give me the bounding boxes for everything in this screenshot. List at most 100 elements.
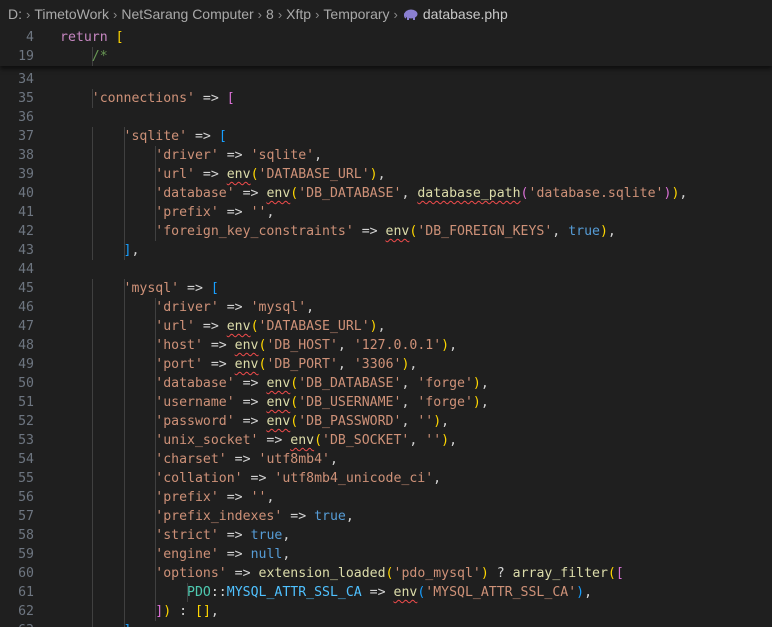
chevron-right-icon: › [26, 6, 31, 22]
code-text: ], [124, 241, 140, 260]
code-editor[interactable]: 4 return [19/* 34 35'connections' => [36 37… [0, 28, 772, 627]
code-line[interactable]: 53 'unix_socket' => env('DB_SOCKET', ''), [0, 431, 772, 450]
code-line[interactable]: 52 'password' => env('DB_PASSWORD', ''), [0, 412, 772, 431]
indent-guide [91, 336, 93, 355]
indent-guide [91, 374, 93, 393]
indent-guide [91, 222, 93, 241]
code-text: 'options' => extension_loaded('pdo_mysql… [155, 564, 624, 583]
code-token: => [187, 129, 219, 144]
code-line[interactable]: 19 /* [0, 47, 772, 66]
code-line[interactable]: 58 'strict' => true, [0, 526, 772, 545]
breadcrumb-item[interactable]: NetSarang Computer [121, 6, 253, 22]
code-line[interactable]: 54 'charset' => 'utf8mb4', [0, 450, 772, 469]
code-token: , [314, 148, 323, 163]
code-token: 'connections' [91, 91, 195, 106]
indent-guide [91, 526, 93, 545]
code-token: '' [425, 433, 442, 448]
code-line[interactable]: 45 'mysql' => [ [0, 279, 772, 298]
code-token: env [266, 376, 291, 391]
code-token: ) [576, 585, 585, 600]
code-token: => [234, 395, 267, 410]
code-token: 'url' [155, 319, 195, 334]
code-line[interactable]: 38 'driver' => 'sqlite', [0, 146, 772, 165]
indent-guide [123, 488, 125, 507]
code-text: 'collation' => 'utf8mb4_unicode_ci', [155, 469, 441, 488]
code-line[interactable]: 4 return [ [0, 28, 772, 47]
code-token: , [449, 338, 458, 353]
code-token: 'forge' [417, 376, 473, 391]
code-line[interactable]: 51 'username' => env('DB_USERNAME', 'forg… [0, 393, 772, 412]
code-token: => [234, 414, 267, 429]
code-token: env [226, 319, 251, 334]
indent-guide [123, 564, 125, 583]
code-token: ( [250, 319, 259, 334]
code-line[interactable]: 57 'prefix_indexes' => true, [0, 507, 772, 526]
code-token: 'driver' [155, 148, 219, 163]
breadcrumb-file[interactable]: database.php [423, 6, 508, 22]
indent-guide [91, 621, 93, 627]
code-token: env [385, 224, 410, 239]
code-line[interactable]: 56 'prefix' => '', [0, 488, 772, 507]
line-number: 37 [18, 129, 34, 144]
breadcrumb-item[interactable]: 8 [266, 6, 274, 22]
indent-guide [91, 184, 93, 203]
breadcrumb-item[interactable]: D: [8, 6, 22, 22]
code-token: 'forge' [417, 395, 473, 410]
code-token: 'collation' [155, 471, 243, 486]
indent-guide [91, 203, 93, 222]
code-token: ) [472, 395, 481, 410]
breadcrumb-item[interactable]: Temporary [323, 6, 389, 22]
code-token: extension_loaded [258, 566, 386, 581]
code-token: , [345, 509, 354, 524]
code-line[interactable]: 40 'database' => env ('DB_DATABASE', datab… [0, 184, 772, 203]
breadcrumb-item[interactable]: Xftp [286, 6, 311, 22]
code-line[interactable]: 43], [0, 241, 772, 260]
code-text: 'prefix' => '', [155, 203, 274, 222]
code-line[interactable]: 46 'driver' => 'mysql', [0, 298, 772, 317]
code-token: ( [250, 167, 259, 182]
indent-guide [123, 526, 125, 545]
code-line[interactable]: 50 'database' => env('DB_DATABASE', 'forg… [0, 374, 772, 393]
code-line[interactable]: 35 'connections' => [ [0, 89, 772, 108]
code-line[interactable]: 55 'collation' => 'utf8mb4_unicode_ci', [0, 469, 772, 488]
code-line[interactable]: 63], [0, 621, 772, 627]
code-line[interactable]: 49 'port' => env('DB_PORT', '3306'), [0, 355, 772, 374]
code-token: => [218, 490, 251, 505]
code-token: 'utf8mb4' [258, 452, 330, 467]
sticky-scroll-header[interactable]: 4 return [19/* [0, 28, 772, 66]
code-line[interactable]: 48 'host' => env('DB_HOST', '127.0.0.1'), [0, 336, 772, 355]
code-line[interactable]: 59 'engine' => null, [0, 545, 772, 564]
code-line[interactable]: 44 [0, 260, 772, 279]
code-token: 'DATABASE_URL' [258, 319, 370, 334]
code-token: , [266, 205, 275, 220]
line-number: 59 [18, 547, 34, 562]
code-line[interactable]: 41 'prefix' => '', [0, 203, 772, 222]
code-line[interactable]: 37 'sqlite' => [ [0, 127, 772, 146]
code-line[interactable]: 60'options' => extension_loaded('pdo_mys… [0, 564, 772, 583]
code-token: 'port' [155, 357, 203, 372]
code-text: PDO::MYSQL_ATTR_SSL_CA => env('MYSQL_ATT… [187, 583, 592, 602]
code-line[interactable]: 34 [0, 70, 772, 89]
indent-guide [123, 146, 125, 165]
code-line[interactable]: 47 'url' => env('DATABASE_URL'), [0, 317, 772, 336]
code-token: env [393, 585, 418, 600]
code-token: , [441, 414, 450, 429]
code-token: ) [369, 167, 378, 182]
code-token: , [480, 395, 489, 410]
code-token: , [401, 186, 418, 201]
code-text: 'driver' => 'sqlite', [155, 146, 322, 165]
line-number: 35 [18, 91, 34, 106]
line-number: 51 [18, 395, 34, 410]
code-line[interactable]: 36 [0, 108, 772, 127]
indent-guide [91, 469, 93, 488]
code-line[interactable]: 62]) : [], [0, 602, 772, 621]
code-token: , [337, 357, 354, 372]
breadcrumb-item[interactable]: TimetoWork [34, 6, 109, 22]
code-line[interactable]: 39 'url' => env('DATABASE_URL'), [0, 165, 772, 184]
code-text: 'password' => env('DB_PASSWORD', ''), [155, 412, 449, 431]
code-token: => [202, 357, 235, 372]
line-number: 40 [18, 186, 34, 201]
chevron-right-icon: › [315, 6, 320, 22]
code-line[interactable]: 42 'foreign_key_constraints' => env('DB_F… [0, 222, 772, 241]
code-line[interactable]: 61 PDO::MYSQL_ATTR_SSL_CA => env('MYSQL_A… [0, 583, 772, 602]
